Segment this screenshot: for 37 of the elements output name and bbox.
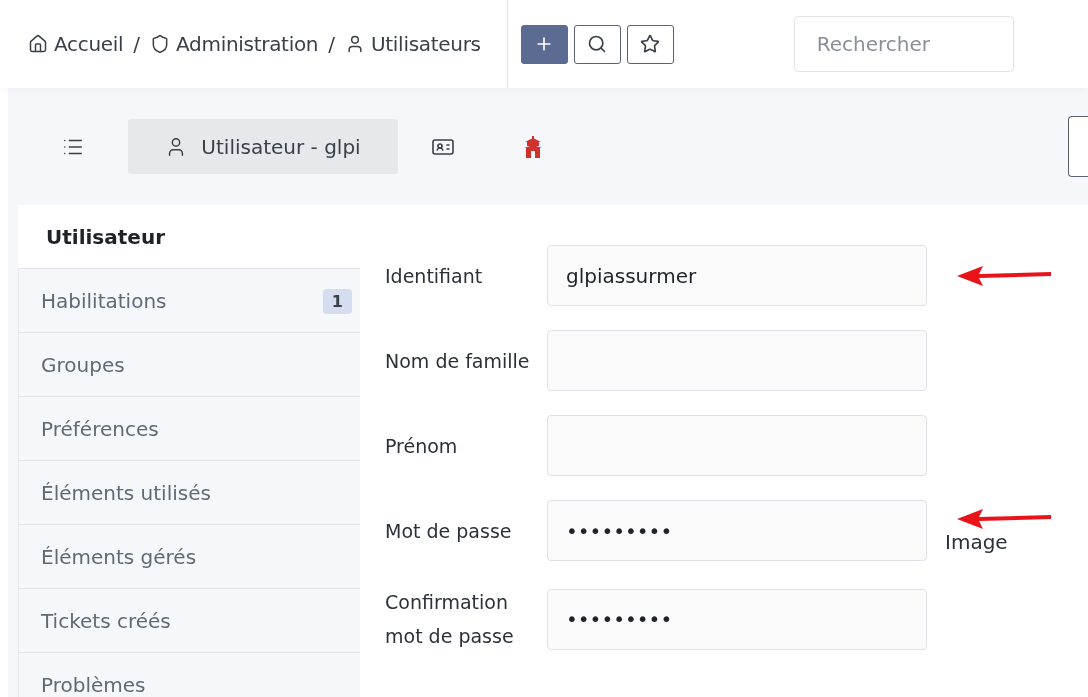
search-icon <box>587 34 608 54</box>
sidebar-item[interactable]: Éléments gérés <box>18 525 360 589</box>
tab[interactable]: Utilisateur - glpi <box>128 119 398 174</box>
input-field[interactable]: glpiassurmer <box>547 245 927 306</box>
button[interactable] <box>1068 116 1088 177</box>
breadcrumb-separator: / <box>328 32 335 56</box>
input-field[interactable]: ••••••••• <box>547 500 927 561</box>
item-label: Habilitations <box>41 289 167 313</box>
search-field[interactable]: Rechercher <box>793 16 1014 72</box>
add-button[interactable] <box>520 24 568 64</box>
sidebar-item[interactable]: Tickets créés <box>18 589 360 653</box>
count-badge: 1 <box>322 288 352 314</box>
field-label: Prénom <box>385 433 459 459</box>
user-icon <box>345 34 365 54</box>
field-label: Mot de passe <box>385 518 513 544</box>
sidebar-item[interactable]: Éléments utilisés <box>18 461 360 525</box>
field-label: Nom de famille <box>385 348 531 374</box>
breadcrumb-separator: / <box>133 32 141 56</box>
breadcrumb-link[interactable]: Accueil <box>28 32 124 56</box>
pagoda-icon <box>523 135 543 158</box>
input-field[interactable] <box>547 330 927 391</box>
breadcrumb-link[interactable]: Utilisateurs <box>345 32 481 56</box>
sidebar-item[interactable]: Utilisateur <box>18 205 360 269</box>
input-field[interactable] <box>547 415 927 476</box>
sidebar-item[interactable]: Groupes <box>18 333 360 397</box>
input-field[interactable]: ••••••••• <box>547 588 927 650</box>
tab-label: Utilisateur - glpi <box>201 134 361 159</box>
home-icon <box>28 34 48 54</box>
field-label: Confirmation mot de passe <box>385 590 515 649</box>
breadcrumb-link[interactable]: Administration <box>150 32 319 56</box>
search-button[interactable] <box>573 24 621 64</box>
sidebar-item[interactable]: Préférences <box>18 397 360 461</box>
star-icon <box>640 34 661 54</box>
image-alt-text: Image <box>945 529 1008 554</box>
sidebar-item[interactable]: Habilitations 1 <box>18 269 360 333</box>
star-button[interactable] <box>626 24 674 64</box>
field-label: Identifiant <box>385 263 484 289</box>
